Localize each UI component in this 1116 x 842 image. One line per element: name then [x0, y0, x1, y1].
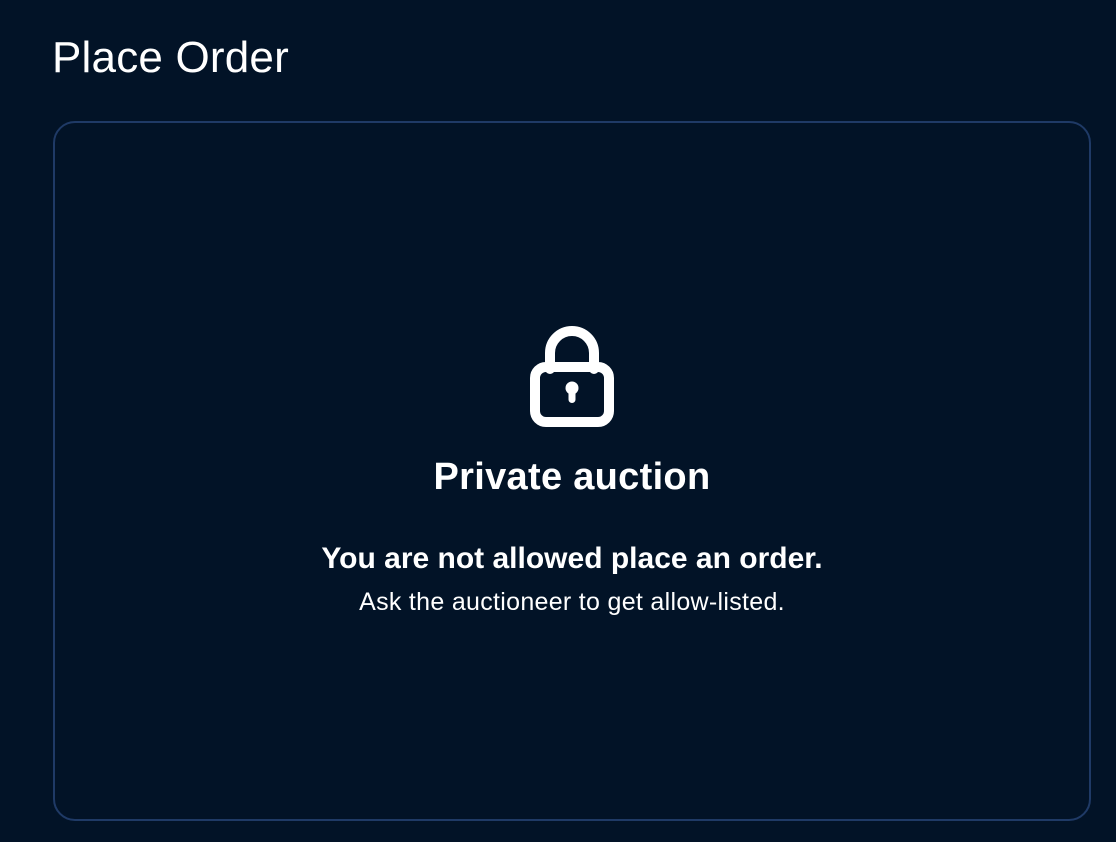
- private-auction-notice: Private auction You are not allowed plac…: [55, 325, 1089, 619]
- lock-icon: [530, 326, 614, 427]
- place-order-page: Place Order Private auction You are not …: [0, 0, 1116, 842]
- order-card: Private auction You are not allowed plac…: [53, 121, 1091, 821]
- not-allowed-message: You are not allowed place an order.: [321, 542, 823, 575]
- panel-heading: Private auction: [433, 456, 711, 498]
- allow-list-hint: Ask the auctioneer to get allow-listed.: [359, 588, 785, 616]
- page-title: Place Order: [52, 33, 289, 82]
